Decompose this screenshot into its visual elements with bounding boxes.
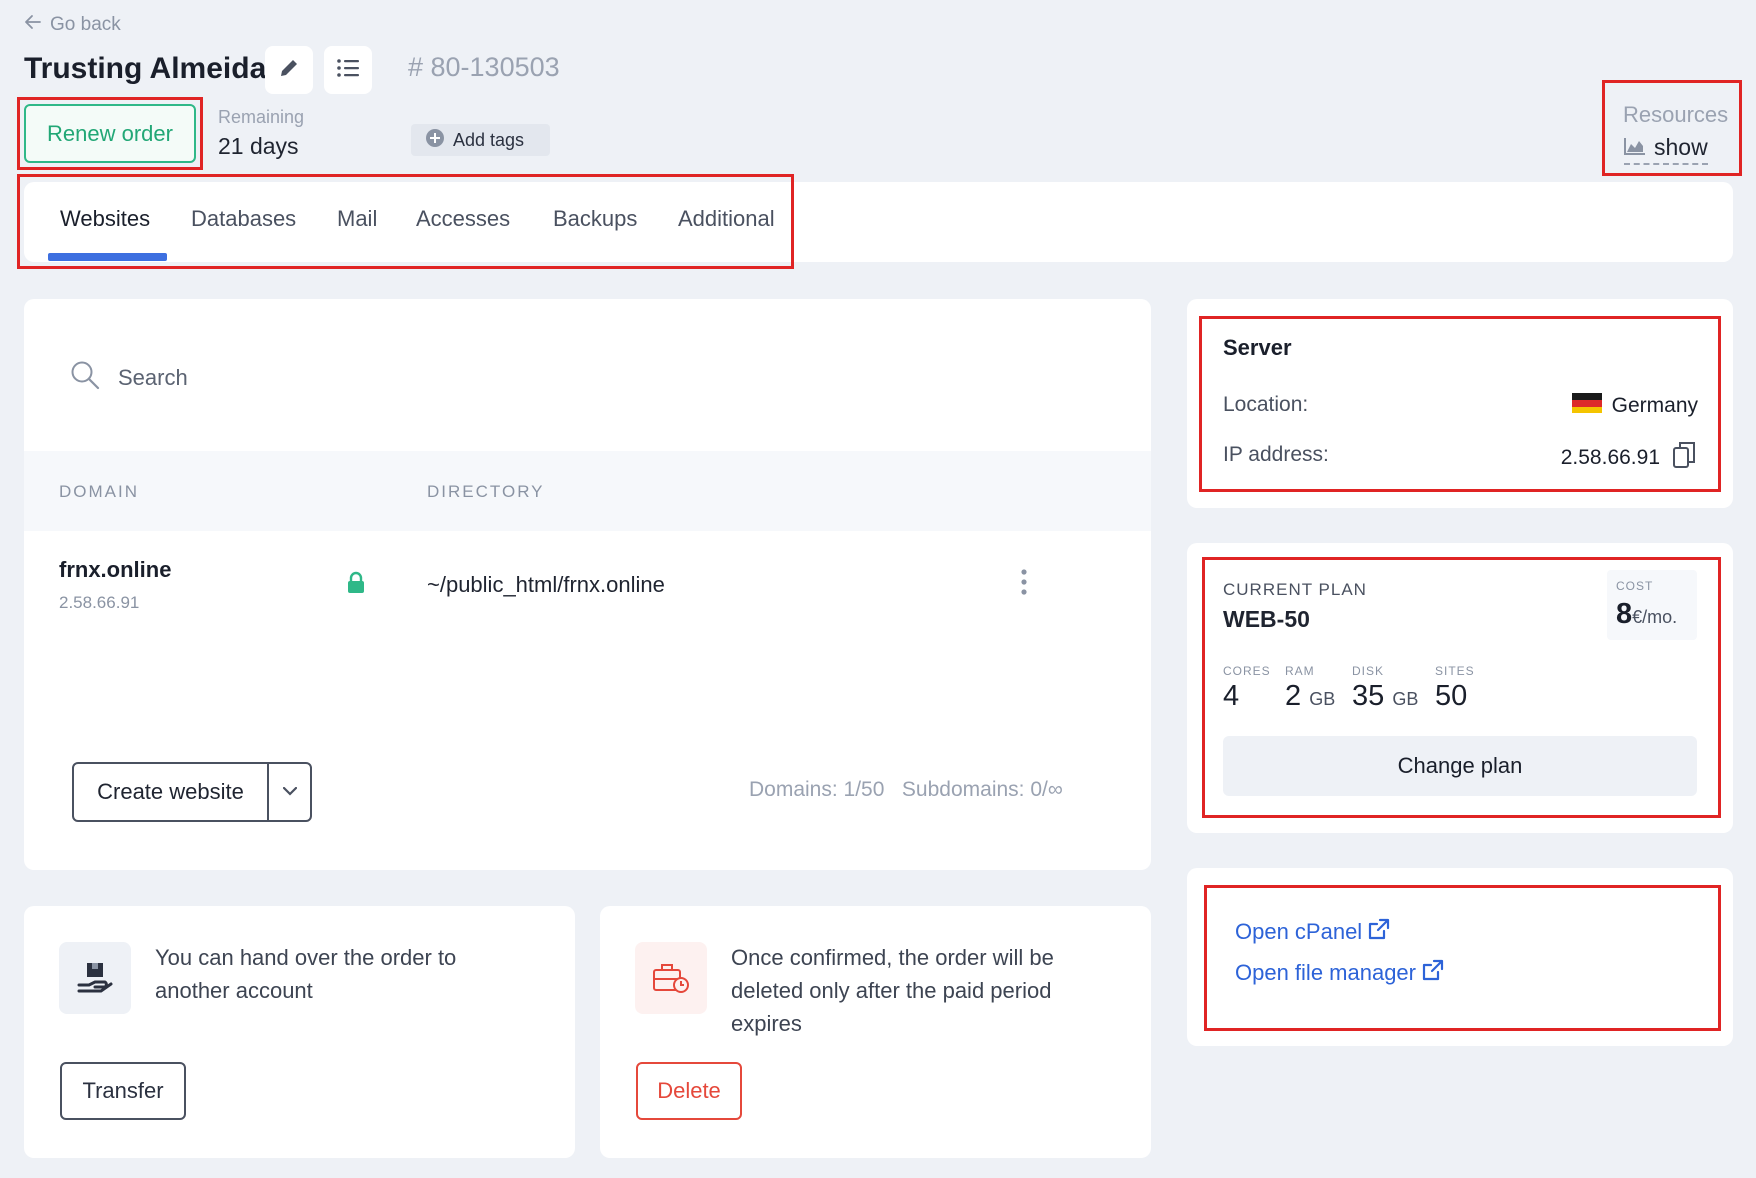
tab-databases[interactable]: Databases <box>191 206 296 232</box>
domains-stat: Domains: 1/50 <box>749 778 885 801</box>
spec-label-cores: CORES <box>1223 664 1271 678</box>
transfer-text: You can hand over the order to another a… <box>155 945 457 1003</box>
add-tags-label: Add tags <box>453 129 525 150</box>
arrow-left-icon <box>24 14 42 36</box>
plus-circle-icon <box>425 128 445 153</box>
table-header <box>24 451 1151 531</box>
open-cpanel-label: Open cPanel <box>1235 919 1363 944</box>
tab-mail[interactable]: Mail <box>337 206 377 232</box>
usage-stats: Domains: 1/50 Subdomains: 0/∞ <box>749 778 1063 802</box>
go-back-link[interactable]: Go back <box>24 14 121 36</box>
list-icon <box>336 57 360 84</box>
briefcase-clock-icon <box>635 942 707 1014</box>
kebab-menu-icon <box>1020 569 1028 600</box>
subdomains-stat: Subdomains: 0/∞ <box>901 778 1063 801</box>
page-title: Trusting Almeida <box>24 52 267 85</box>
chart-area-icon <box>1624 134 1646 161</box>
resources-show-label: show <box>1654 134 1708 160</box>
delete-text: Once confirmed, the order will be delete… <box>731 945 1054 1036</box>
search-input[interactable]: Search <box>118 365 188 391</box>
spec-value-ram: 2 GB <box>1285 680 1336 712</box>
tab-additional[interactable]: Additional <box>678 206 775 232</box>
column-header-directory: DIRECTORY <box>427 482 545 501</box>
resources-label: Resources <box>1623 102 1729 127</box>
transfer-button[interactable]: Transfer <box>60 1062 186 1120</box>
ip-address-label: IP address: <box>1223 443 1329 466</box>
remaining-label: Remaining <box>218 107 305 127</box>
chevron-down-icon <box>282 783 297 801</box>
create-website-button[interactable]: Create website <box>72 762 312 822</box>
spec-value-cores: 4 <box>1223 680 1240 712</box>
external-link-icon <box>1422 959 1444 987</box>
cost-unit: €/mo. <box>1632 607 1678 627</box>
column-header-domain: DOMAIN <box>59 482 139 501</box>
resources-show-toggle[interactable]: show <box>1624 134 1708 165</box>
domain-ip: 2.58.66.91 <box>59 593 140 612</box>
location-value-group: Germany <box>1571 393 1698 418</box>
edit-button[interactable] <box>265 46 313 94</box>
copy-icon[interactable] <box>1672 441 1696 474</box>
delete-button[interactable]: Delete <box>636 1062 742 1120</box>
cost-value-group: 8 €/mo. <box>1616 598 1677 631</box>
search-icon <box>70 360 100 396</box>
current-plan-label: CURRENT PLAN <box>1223 580 1367 599</box>
tab-accesses[interactable]: Accesses <box>416 206 510 232</box>
active-tab-indicator <box>48 253 167 261</box>
tab-backups[interactable]: Backups <box>553 206 637 232</box>
links-card <box>1187 868 1733 1046</box>
cost-label: COST <box>1616 579 1654 593</box>
remaining-value: 21 days <box>218 133 299 159</box>
create-website-dropdown[interactable] <box>269 764 310 820</box>
order-number: # 80-130503 <box>408 52 560 82</box>
create-website-label[interactable]: Create website <box>74 764 269 820</box>
location-value: Germany <box>1611 393 1698 417</box>
external-link-icon <box>1368 918 1390 946</box>
ip-address-value: 2.58.66.91 <box>1560 445 1660 469</box>
germany-flag-icon <box>1571 393 1602 418</box>
ip-address-group: 2.58.66.91 <box>1561 441 1696 474</box>
cost-value: 8 <box>1616 598 1633 630</box>
row-menu-button[interactable] <box>1020 568 1028 601</box>
spec-value-disk: 35 GB <box>1352 680 1419 712</box>
spec-label-sites: SITES <box>1435 664 1475 678</box>
plan-name: WEB-50 <box>1223 606 1310 632</box>
open-file-manager-link[interactable]: Open file manager <box>1235 959 1444 987</box>
go-back-label: Go back <box>50 14 121 35</box>
list-button[interactable] <box>324 46 372 94</box>
pencil-icon <box>277 56 301 85</box>
spec-label-ram: RAM <box>1285 664 1315 678</box>
spec-value-sites: 50 <box>1435 680 1468 712</box>
lock-icon <box>344 571 368 600</box>
renew-order-button[interactable]: Renew order <box>24 104 196 163</box>
domain-link[interactable]: frnx.online <box>59 557 171 583</box>
hand-box-icon <box>59 942 131 1014</box>
add-tags-button[interactable]: Add tags <box>411 124 550 156</box>
directory-path: ~/public_html/frnx.online <box>427 572 665 597</box>
location-label: Location: <box>1223 393 1309 416</box>
server-title: Server <box>1223 335 1292 360</box>
search-box[interactable]: Search <box>70 360 188 396</box>
change-plan-button[interactable]: Change plan <box>1223 736 1697 796</box>
open-cpanel-link[interactable]: Open cPanel <box>1235 918 1390 946</box>
open-file-manager-label: Open file manager <box>1235 960 1416 985</box>
spec-label-disk: DISK <box>1352 664 1385 678</box>
tab-websites[interactable]: Websites <box>60 206 150 232</box>
